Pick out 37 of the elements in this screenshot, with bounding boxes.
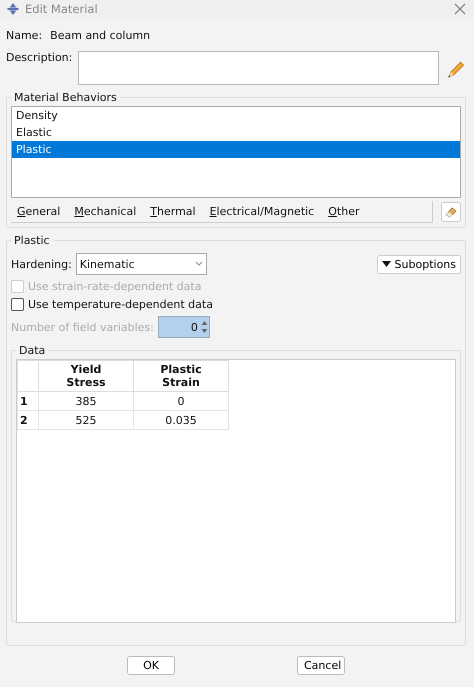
column-header[interactable]: Plastic Strain (134, 360, 228, 392)
group-title: Plastic (13, 234, 51, 247)
menu-item[interactable]: Mechanical (74, 205, 136, 218)
behavior-item[interactable]: Elastic (12, 124, 460, 141)
behavior-item[interactable]: Density (12, 107, 460, 124)
behavior-list[interactable]: Density Elastic Plastic (11, 106, 461, 198)
group-title: Data (18, 344, 46, 357)
column-header[interactable]: Yield Stress (38, 360, 134, 392)
dialog-button[interactable]: OK (127, 656, 175, 675)
dialog-button[interactable]: Cancel (297, 656, 345, 675)
menu-item[interactable]: General (17, 205, 60, 218)
app-icon (6, 2, 20, 16)
triangle-down-icon (382, 260, 391, 268)
description-field[interactable] (78, 51, 439, 85)
table-cell[interactable]: 525 (38, 410, 134, 430)
close-icon[interactable] (454, 3, 466, 15)
description-label: Description: (6, 51, 72, 64)
option-checkbox[interactable]: Use temperature-dependent data (11, 298, 461, 311)
row-header[interactable]: 2 (18, 410, 38, 430)
table-cell[interactable]: 0 (134, 392, 228, 410)
group-title: Material Behaviors (13, 91, 118, 104)
table-cell[interactable]: 0.035 (134, 410, 228, 430)
menu-item[interactable]: Electrical/Magnetic (210, 205, 314, 218)
table-cell[interactable]: 385 (38, 392, 134, 410)
menu-item[interactable]: Thermal (150, 205, 196, 218)
hardening-dropdown[interactable]: Kinematic (76, 253, 207, 275)
menu-item[interactable]: Other (328, 205, 360, 218)
hardening-label: Hardening: (11, 258, 72, 270)
eraser-icon (444, 205, 458, 219)
window-title: Edit Material (25, 2, 99, 16)
name-label: Name: (6, 29, 42, 42)
suboptions-button[interactable]: Suboptions (376, 254, 461, 274)
field-variables-label: Number of field variables: (11, 320, 154, 334)
behavior-item[interactable]: Plastic (12, 141, 460, 158)
row-header[interactable]: 1 (18, 392, 38, 410)
eraser-button[interactable] (441, 202, 461, 222)
material-name: Beam and column (50, 29, 150, 42)
